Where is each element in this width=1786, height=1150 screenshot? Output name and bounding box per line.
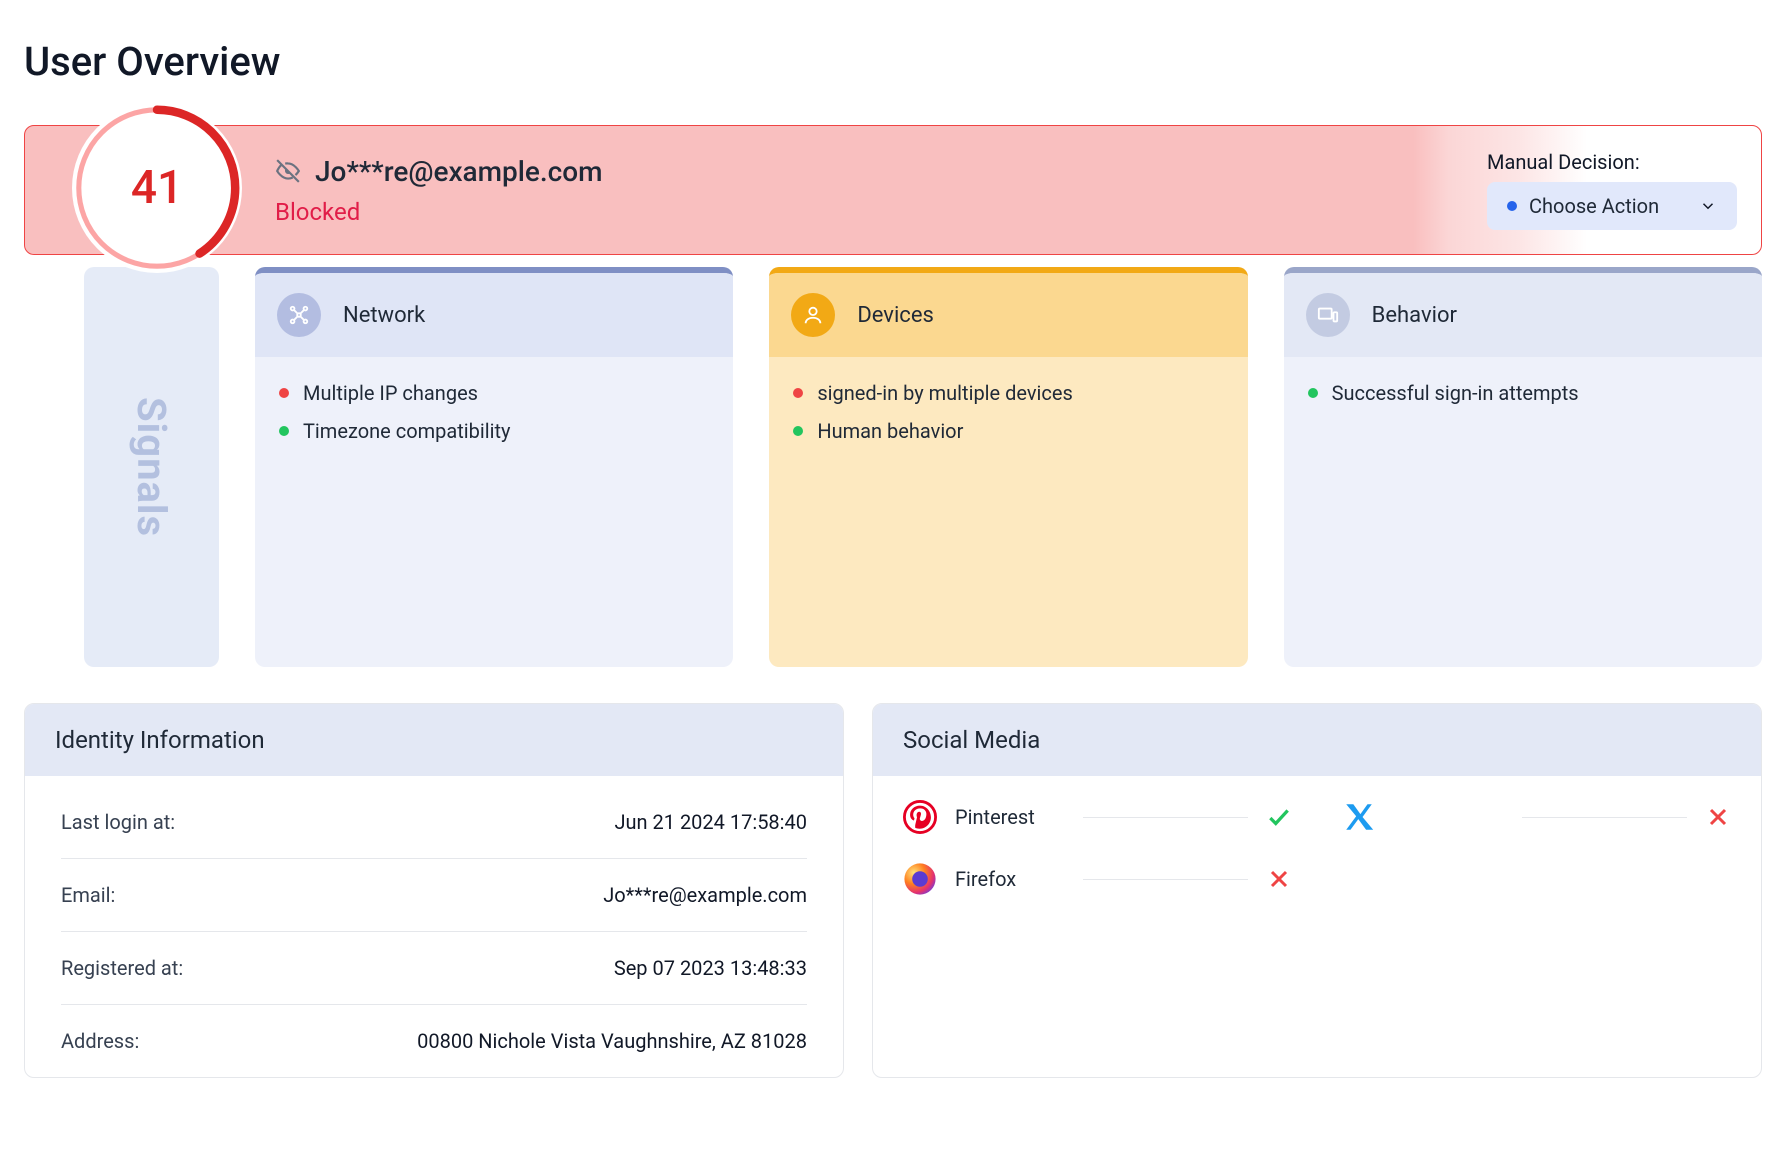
social-name: Firefox (955, 867, 1065, 891)
identity-label: Registered at: (61, 956, 183, 980)
signal-item: Successful sign-in attempts (1308, 381, 1738, 405)
banner-body: Jo***re@example.com Blocked Manual Decis… (24, 125, 1762, 255)
signals-tab-label: Signals (128, 397, 175, 537)
signal-item-label: Human behavior (817, 419, 963, 443)
signal-item-label: signed-in by multiple devices (817, 381, 1073, 405)
choose-action-label: Choose Action (1529, 194, 1659, 218)
divider-line (1522, 817, 1687, 818)
social-name: Pinterest (955, 805, 1065, 829)
identity-row: Last login at: Jun 21 2024 17:58:40 (61, 786, 807, 859)
signal-item-label: Multiple IP changes (303, 381, 478, 405)
chevron-down-icon (1699, 197, 1717, 215)
social-item-x-twitter (1342, 800, 1731, 834)
identity-label: Email: (61, 883, 115, 907)
identity-label: Address: (61, 1029, 139, 1053)
x-icon (1266, 866, 1292, 892)
signal-card-network: Network Multiple IP changes Timezone com… (255, 267, 733, 667)
signal-title: Network (343, 303, 425, 328)
behavior-icon (1306, 293, 1350, 337)
identity-value: Jo***re@example.com (603, 883, 807, 907)
signal-item-label: Timezone compatibility (303, 419, 510, 443)
social-panel-title: Social Media (873, 704, 1761, 776)
check-icon (1266, 804, 1292, 830)
status-dot-green-icon (793, 426, 803, 436)
status-dot-red-icon (793, 388, 803, 398)
network-icon (277, 293, 321, 337)
signals-section: Signals Network Multiple IP changes (24, 267, 1762, 667)
manual-decision-label: Manual Decision: (1487, 150, 1640, 174)
divider-line (1083, 879, 1248, 880)
identity-value: 00800 Nichole Vista Vaughnshire, AZ 8102… (417, 1029, 807, 1053)
signal-item-label: Successful sign-in attempts (1332, 381, 1579, 405)
status-dot-icon (1507, 201, 1517, 211)
signal-item: Timezone compatibility (279, 419, 709, 443)
risk-score-circle: 41 (72, 103, 242, 273)
signal-item: Multiple IP changes (279, 381, 709, 405)
identity-row: Address: 00800 Nichole Vista Vaughnshire… (61, 1005, 807, 1077)
identity-value: Sep 07 2023 13:48:33 (614, 956, 807, 980)
identity-panel-title: Identity Information (25, 704, 843, 776)
identity-panel: Identity Information Last login at: Jun … (24, 703, 844, 1078)
devices-icon (791, 293, 835, 337)
choose-action-dropdown[interactable]: Choose Action (1487, 182, 1737, 230)
risk-score-ring (72, 103, 242, 273)
firefox-icon (903, 862, 937, 896)
identity-row: Email: Jo***re@example.com (61, 859, 807, 932)
eye-off-icon[interactable] (275, 158, 301, 184)
social-item-firefox: Firefox (903, 862, 1292, 896)
signal-item: Human behavior (793, 419, 1223, 443)
identity-label: Last login at: (61, 810, 175, 834)
banner-email: Jo***re@example.com (315, 155, 603, 188)
identity-row: Registered at: Sep 07 2023 13:48:33 (61, 932, 807, 1005)
status-dot-red-icon (279, 388, 289, 398)
x-twitter-icon (1342, 800, 1376, 834)
x-icon (1705, 804, 1731, 830)
divider-line (1083, 817, 1248, 818)
social-item-pinterest: Pinterest (903, 800, 1292, 834)
signal-item: signed-in by multiple devices (793, 381, 1223, 405)
signal-card-devices: Devices signed-in by multiple devices Hu… (769, 267, 1247, 667)
status-dot-green-icon (279, 426, 289, 436)
banner-status: Blocked (275, 198, 603, 226)
social-panel: Social Media Pinterest (872, 703, 1762, 1078)
user-banner: 41 Jo***re@example.com Blocked Manual De… (24, 125, 1762, 255)
signal-title: Behavior (1372, 303, 1457, 328)
signal-card-behavior: Behavior Successful sign-in attempts (1284, 267, 1762, 667)
identity-value: Jun 21 2024 17:58:40 (614, 810, 807, 834)
signal-title: Devices (857, 303, 934, 328)
pinterest-icon (903, 800, 937, 834)
page-title: User Overview (24, 38, 1762, 85)
status-dot-green-icon (1308, 388, 1318, 398)
signals-tab[interactable]: Signals (84, 267, 219, 667)
